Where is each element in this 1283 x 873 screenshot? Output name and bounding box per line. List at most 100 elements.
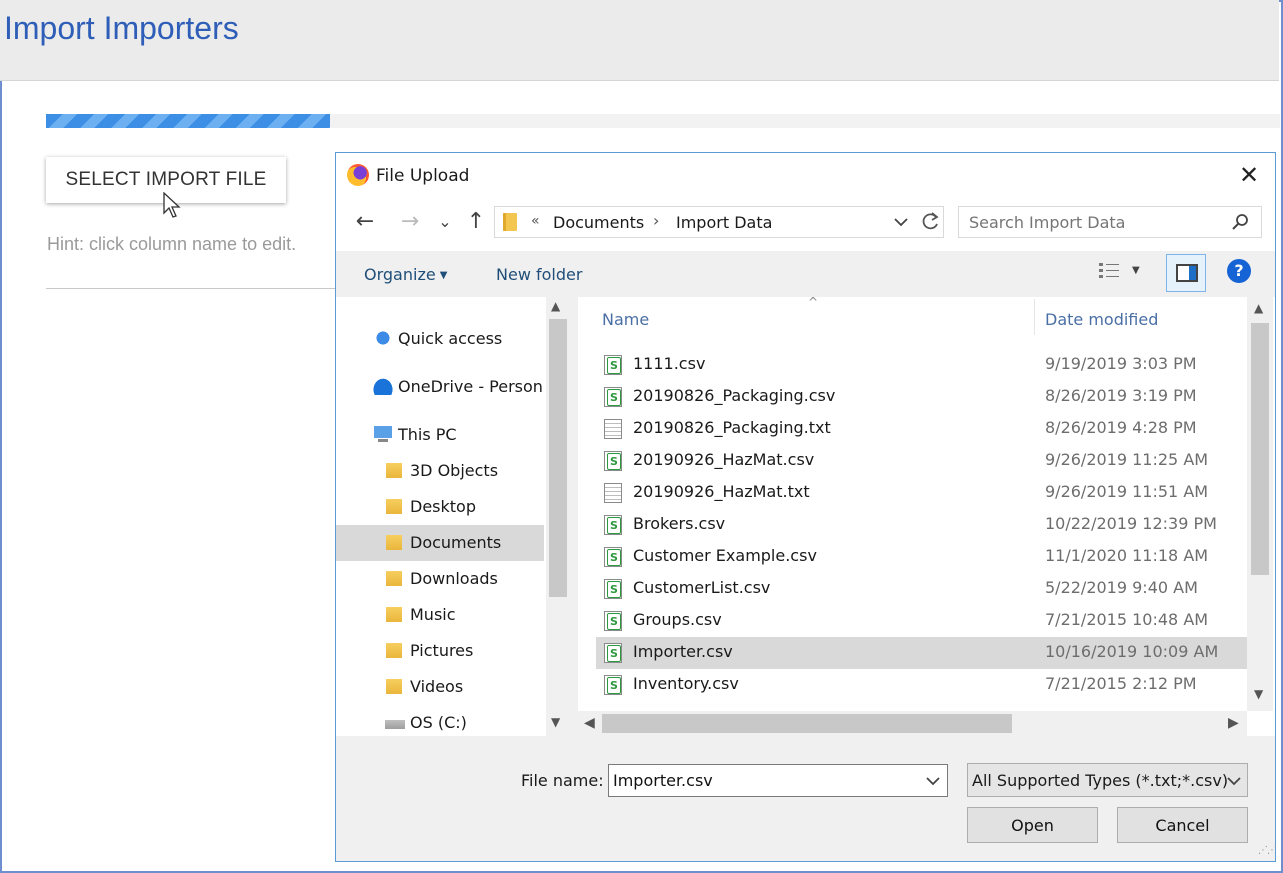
navigation-pane: Quick access OneDrive - Person This PC 3D O… — [336, 297, 570, 736]
recent-locations-icon[interactable]: ⌄ — [432, 207, 458, 237]
caret-down-icon: ▼ — [439, 270, 448, 281]
view-options-caret-icon[interactable]: ▼ — [1132, 265, 1140, 276]
search-icon[interactable] — [1231, 212, 1251, 232]
breadcrumb-import-data[interactable]: Import Data — [676, 213, 772, 232]
close-button[interactable]: ✕ — [1231, 159, 1267, 191]
file-row[interactable]: Importer.csv 10/16/2019 10:09 AM — [596, 637, 1248, 669]
file-row[interactable]: CustomerList.csv 5/22/2019 9:40 AM — [596, 573, 1248, 605]
scroll-up-icon[interactable]: ▲ — [1254, 301, 1263, 315]
new-folder-button[interactable]: New folder — [496, 265, 582, 284]
navigation-bar: ← → ⌄ ↑ « Documents › Import Data — [336, 197, 1275, 251]
file-type-select[interactable]: All Supported Types (*.txt;*.csv) — [967, 763, 1248, 797]
vertical-scrollbar[interactable]: ▲ ▼ — [1247, 297, 1273, 711]
organize-menu[interactable]: Organize ▼ — [364, 265, 447, 284]
nav-item-label: This PC — [398, 425, 457, 444]
up-arrow-icon[interactable]: ↑ — [463, 207, 489, 237]
computer-icon — [372, 425, 394, 443]
nav-item-pictures[interactable]: Pictures — [384, 633, 473, 669]
column-header-date-modified[interactable]: Date modified — [1045, 310, 1158, 329]
nav-item-label: OS (C:) — [410, 713, 467, 732]
chevron-down-icon[interactable] — [925, 770, 941, 792]
scroll-thumb[interactable] — [549, 319, 567, 597]
search-box[interactable] — [958, 206, 1262, 238]
file-row[interactable]: Inventory.csv 7/21/2015 2:12 PM — [596, 669, 1248, 701]
nav-item-label: Quick access — [398, 329, 503, 348]
nav-item-os-c[interactable]: OS (C:) — [384, 705, 467, 736]
file-name: Importer.csv — [633, 642, 733, 661]
view-details-icon[interactable] — [1098, 261, 1120, 281]
file-row[interactable]: Groups.csv 7/21/2015 10:48 AM — [596, 605, 1248, 637]
progress-fill — [46, 114, 330, 128]
nav-item-label: OneDrive - Person — [398, 377, 543, 396]
nav-item-desktop[interactable]: Desktop — [384, 489, 476, 525]
preview-pane-button[interactable] — [1166, 254, 1206, 292]
nav-item-label: Music — [410, 605, 456, 624]
scroll-down-icon[interactable]: ▼ — [551, 715, 560, 729]
firefox-icon — [347, 164, 369, 186]
file-date-modified: 5/22/2019 9:40 AM — [1045, 578, 1198, 597]
csv-file-icon — [604, 355, 622, 375]
file-row[interactable]: Brokers.csv 10/22/2019 12:39 PM — [596, 509, 1248, 541]
scroll-right-icon[interactable]: ▶ — [1228, 715, 1239, 731]
nav-scrollbar[interactable]: ▲ ▼ — [546, 297, 570, 736]
address-bar[interactable]: « Documents › Import Data — [494, 206, 944, 238]
file-row[interactable]: 20190926_HazMat.csv 9/26/2019 11:25 AM — [596, 445, 1248, 477]
file-date-modified: 9/19/2019 3:03 PM — [1045, 354, 1197, 373]
open-button[interactable]: Open — [967, 807, 1098, 843]
folder-icon — [503, 213, 517, 231]
chevron-down-icon[interactable] — [893, 211, 909, 233]
nav-item-videos[interactable]: Videos — [384, 669, 463, 705]
breadcrumb-documents[interactable]: Documents — [553, 213, 644, 232]
file-type-value: All Supported Types (*.txt;*.csv) — [972, 771, 1229, 790]
nav-item-onedrive-person[interactable]: OneDrive - Person — [372, 369, 543, 405]
file-name: 1111.csv — [633, 354, 706, 373]
csv-file-icon — [604, 387, 622, 407]
file-row[interactable]: Customer Example.csv 11/1/2020 11:18 AM — [596, 541, 1248, 573]
refresh-icon[interactable] — [919, 210, 941, 234]
sort-ascending-icon: ^ — [808, 297, 819, 309]
column-header-name[interactable]: Name — [602, 310, 649, 329]
dialog-title: File Upload — [376, 166, 470, 186]
nav-item-3d-objects[interactable]: 3D Objects — [384, 453, 498, 489]
forward-arrow-icon[interactable]: → — [397, 207, 423, 237]
help-icon[interactable]: ? — [1227, 259, 1251, 283]
nav-item-downloads[interactable]: Downloads — [384, 561, 498, 597]
file-row[interactable]: 20190826_Packaging.txt 8/26/2019 4:28 PM — [596, 413, 1248, 445]
nav-item-documents[interactable]: Documents — [336, 525, 544, 561]
nav-item-label: Pictures — [410, 641, 474, 660]
folder-music-icon — [384, 605, 406, 623]
nav-item-this-pc[interactable]: This PC — [372, 417, 457, 453]
csv-file-icon — [604, 515, 622, 535]
nav-item-music[interactable]: Music — [384, 597, 456, 633]
resize-grip-icon[interactable]: ⋰⋰ — [1258, 845, 1277, 856]
search-input[interactable] — [960, 208, 1220, 236]
scroll-thumb[interactable] — [1251, 323, 1269, 575]
file-row[interactable]: 1111.csv 9/19/2019 3:03 PM — [596, 349, 1248, 381]
back-arrow-icon[interactable]: ← — [352, 207, 378, 237]
breadcrumb-separator-icon[interactable]: › — [653, 211, 659, 230]
cancel-button[interactable]: Cancel — [1117, 807, 1248, 843]
chevron-down-icon — [1227, 777, 1241, 786]
file-date-modified: 7/21/2015 10:48 AM — [1045, 610, 1209, 629]
drive-icon — [384, 713, 406, 731]
column-separator[interactable] — [1034, 299, 1035, 335]
divider — [46, 288, 346, 289]
star-icon — [372, 329, 394, 347]
csv-file-icon — [604, 579, 622, 599]
nav-item-quick-access[interactable]: Quick access — [372, 321, 502, 357]
file-row[interactable]: 20190826_Packaging.csv 8/26/2019 3:19 PM — [596, 381, 1248, 413]
file-name-combobox[interactable] — [608, 764, 948, 797]
breadcrumb-overflow[interactable]: « — [531, 213, 540, 229]
scroll-thumb[interactable] — [602, 714, 1012, 733]
file-name-input[interactable] — [610, 766, 910, 795]
file-name: Groups.csv — [633, 610, 722, 629]
file-name: CustomerList.csv — [633, 578, 771, 597]
file-row[interactable]: 20190926_HazMat.txt 9/26/2019 11:51 AM — [596, 477, 1248, 509]
scroll-left-icon[interactable]: ◀ — [584, 715, 595, 731]
file-date-modified: 9/26/2019 11:25 AM — [1045, 450, 1209, 469]
file-date-modified: 7/21/2015 2:12 PM — [1045, 674, 1197, 693]
scroll-down-icon[interactable]: ▼ — [1254, 687, 1263, 701]
scroll-up-icon[interactable]: ▲ — [551, 299, 560, 313]
horizontal-scrollbar[interactable]: ◀ ▶ — [578, 711, 1247, 736]
file-date-modified: 8/26/2019 3:19 PM — [1045, 386, 1197, 405]
